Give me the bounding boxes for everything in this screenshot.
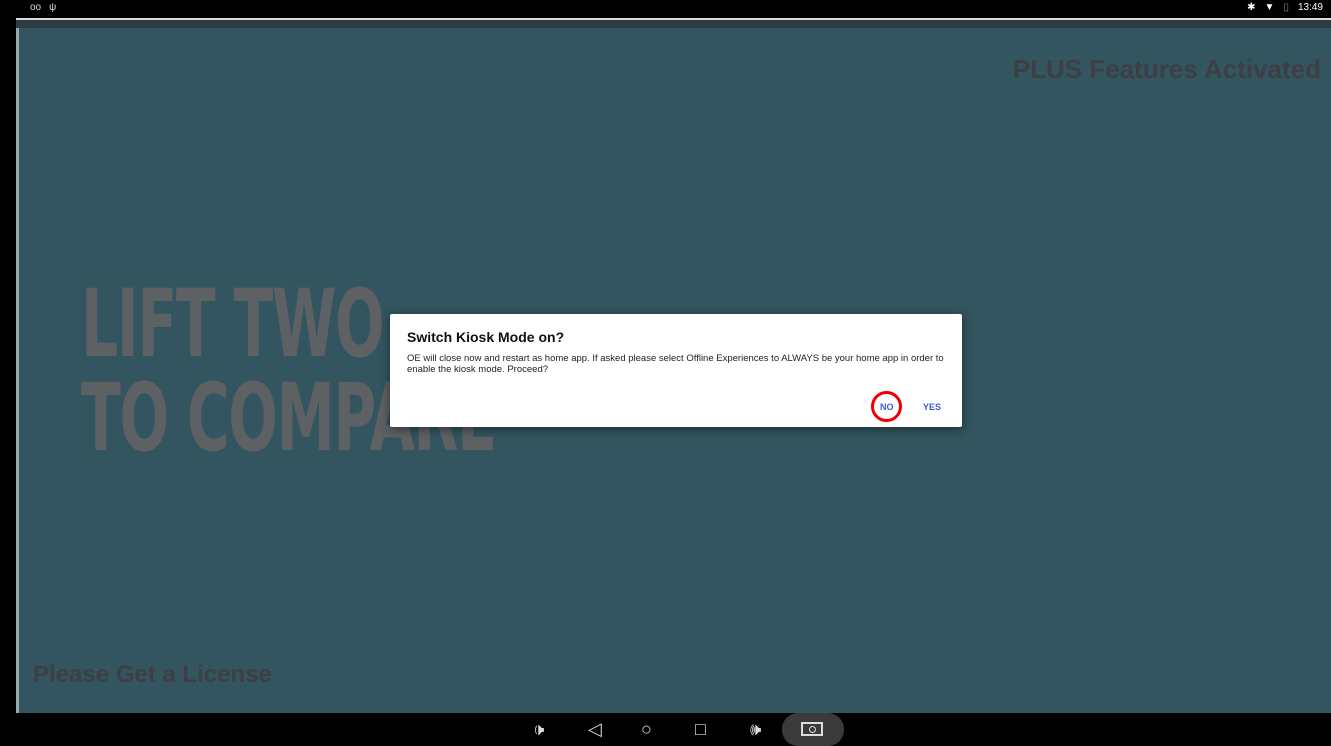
app-top-strip — [16, 18, 1331, 28]
recents-icon[interactable]: □ — [695, 719, 706, 739]
status-time: 13:49 — [1297, 2, 1323, 13]
status-left-icons: oo ψ — [30, 2, 56, 13]
bluetooth-icon: ✱ — [1247, 2, 1256, 13]
plus-features-banner: PLUS Features Activated — [1012, 54, 1321, 84]
license-notice[interactable]: Please Get a License — [33, 661, 272, 689]
screenshot-icon — [801, 722, 823, 736]
dialog-title: Switch Kiosk Mode on? — [407, 329, 565, 345]
screenshot-button[interactable] — [782, 713, 844, 746]
wifi-icon: ▼ — [1264, 2, 1275, 13]
status-right-icons: ✱ ▼ ▯ 13:49 — [1247, 2, 1323, 13]
volume-down-icon[interactable]: 🕩 — [533, 719, 544, 739]
home-icon[interactable]: ○ — [641, 719, 652, 739]
back-icon[interactable]: ◁ — [588, 719, 602, 739]
volume-up-icon[interactable]: 🕪 — [750, 719, 761, 739]
status-bar: oo ψ ✱ ▼ ▯ 13:49 — [0, 0, 1331, 18]
battery-icon: ▯ — [1283, 2, 1289, 13]
yes-button[interactable]: YES — [923, 402, 941, 412]
dialog-message: OE will close now and restart as home ap… — [407, 353, 944, 375]
usb-icon: ψ — [49, 2, 57, 13]
navigation-bar: 🕩 ◁ ○ □ 🕪 — [0, 713, 1331, 746]
no-button-highlight — [871, 391, 902, 422]
left-edge — [0, 18, 16, 713]
voicemail-icon: oo — [30, 2, 42, 13]
